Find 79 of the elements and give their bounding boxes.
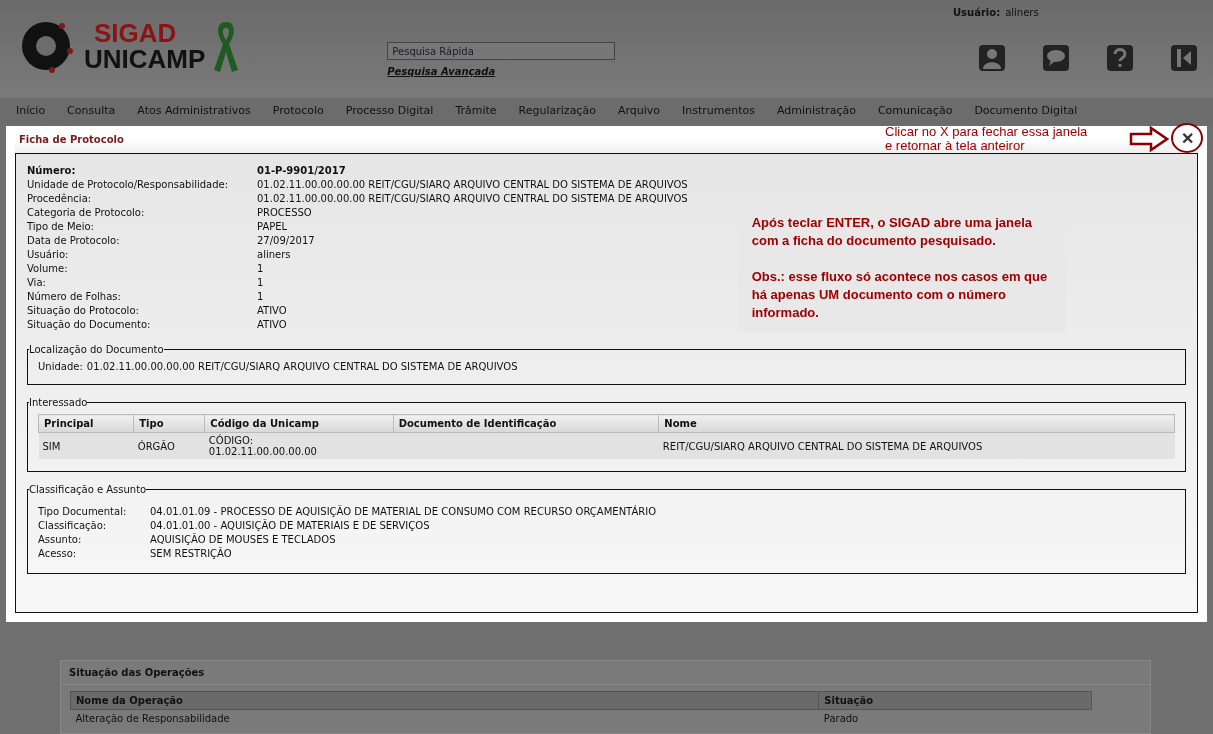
field-value: 27/09/2017 (257, 234, 316, 248)
advanced-search-link[interactable]: Pesquisa Avançada (387, 66, 616, 77)
field-value: 01.02.11.00.00.00.00 REIT/CGU/SIARQ ARQUIVO CENTRAL DO SISTEMA DE ARQUIVOS (257, 178, 688, 192)
field-value: SEM RESTRIÇÃO (150, 547, 233, 561)
field-value: 01-P-9901/2017 (257, 164, 347, 178)
field-label: Via: (27, 276, 47, 290)
field-value: 01.02.11.00.00.00.00 REIT/CGU/SIARQ ARQUIVO CENTRAL DO SISTEMA DE ARQUIVOS (257, 192, 688, 206)
field-label: Unidade de Protocolo/Responsabilidade: (27, 178, 230, 192)
field-label: Usuário: (27, 248, 70, 262)
menu-item[interactable]: Regularização (518, 104, 596, 126)
menu-item[interactable]: Documento Digital (974, 104, 1078, 126)
menu-item[interactable]: Administração (777, 104, 856, 126)
field-value: PAPEL (257, 220, 289, 234)
field-value: ATIVO (257, 304, 288, 318)
menu-item[interactable]: Atos Administrativos (137, 104, 251, 126)
field-label: Assunto: (38, 533, 83, 547)
note-text: Após teclar ENTER, o SIGAD abre uma janela com a ficha do documento pesquisado. (751, 214, 1034, 250)
field-label: Procedência: (27, 192, 93, 206)
field-label: Volume: (27, 262, 69, 276)
table-cell: SIM (38, 432, 134, 459)
field-label: Tipo de Meio: (27, 220, 95, 234)
dialog-title: Ficha de Protocolo (18, 134, 124, 145)
field-value: 1 (257, 276, 265, 290)
field-label: Unidade: (38, 361, 83, 372)
column-header: Código da Unicamp (204, 414, 394, 433)
menu-item[interactable]: Trâmite (455, 104, 497, 126)
menu-item[interactable]: Instrumentos (682, 104, 755, 126)
field-value: 1 (257, 290, 265, 304)
close-button[interactable]: ✕ (1171, 123, 1203, 153)
note-text: Obs.: esse fluxo só acontece nos casos em que há apenas UM documento com o número informado. (751, 268, 1049, 322)
menu-item[interactable]: Processo Digital (345, 104, 434, 126)
field-label: Data de Protocolo: (27, 234, 121, 248)
menu-item[interactable]: Arquivo (617, 104, 660, 126)
menu-item[interactable]: Protocolo (272, 104, 324, 126)
chat-icon[interactable] (1043, 45, 1069, 71)
arrow-icon (1129, 126, 1169, 152)
column-header: Nome (658, 414, 1175, 433)
panel-title: Situação das Operações (61, 661, 1150, 685)
user-name: aliners (1005, 7, 1039, 20)
table-cell: ÓRGÃO (133, 432, 205, 459)
logo-title: SIGAD (93, 20, 178, 46)
field-label: Categoria de Protocolo: (27, 206, 146, 220)
field-label: Tipo Documental: (38, 505, 128, 519)
column-header: Nome da Operação (70, 691, 819, 710)
user-icon[interactable] (979, 45, 1005, 71)
logo-subtitle: UNICAMP (84, 46, 206, 72)
table-cell: Alteração de Responsabilidade (70, 709, 819, 727)
field-value: AQUISIÇÃO DE MOUSES E TECLADOS (150, 533, 337, 547)
column-header: Situação (818, 691, 1092, 710)
field-value: 04.01.01.00 - AQUISIÇÃO DE MATERIAIS E DE SERVIÇOS (150, 519, 431, 533)
table-cell: Parado (818, 709, 1092, 727)
field-value: aliners (257, 248, 292, 262)
field-label: Classificação: (38, 519, 108, 533)
help-icon[interactable] (1107, 45, 1133, 71)
field-label: Acesso: (38, 547, 78, 561)
field-value: 1 (257, 262, 265, 276)
search-field[interactable]: Pesquisa Rápida (387, 42, 616, 60)
field-value: 04.01.01.09 - PROCESSO DE AQUISIÇÃO DE MATERIAL DE CONSUMO COM RECURSO ORÇAMENTÁRIO (150, 505, 658, 519)
field-value: ATIVO (257, 318, 288, 332)
field-label: Situação do Documento: (27, 318, 152, 332)
menu-item[interactable]: Consulta (67, 104, 116, 126)
section-legend: Interessado (29, 397, 88, 408)
field-value: 01.02.11.00.00.00.00 REIT/CGU/SIARQ ARQUIVO CENTRAL DO SISTEMA DE ARQUIVOS (86, 361, 518, 372)
field-label: Número: (27, 164, 77, 178)
field-label: Número de Folhas: (27, 290, 122, 304)
field-value: PROCESSO (257, 206, 313, 220)
section-legend: Classificação e Assunto (29, 484, 147, 495)
menu-item[interactable]: Início (16, 104, 46, 126)
column-header: Documento de Identificação (393, 414, 659, 433)
table-cell: REIT/CGU/SIARQ ARQUIVO CENTRAL DO SISTEMA DE ARQUIVOS (658, 432, 1175, 459)
column-header: Principal (38, 414, 134, 433)
field-label: Situação do Protocolo: (27, 304, 140, 318)
exit-icon[interactable] (1171, 45, 1197, 71)
close-hint: Clicar no X para fechar essa janela e retornar à tela anteiror (885, 125, 1088, 153)
table-cell: CÓDIGO: 01.02.11.00.00.00.00 (204, 432, 394, 459)
menu-item[interactable]: Comunicação (877, 104, 953, 126)
column-header: Tipo (133, 414, 205, 433)
user-label: Usuário: (953, 7, 1001, 20)
section-legend: Localização do Documento (29, 344, 164, 355)
